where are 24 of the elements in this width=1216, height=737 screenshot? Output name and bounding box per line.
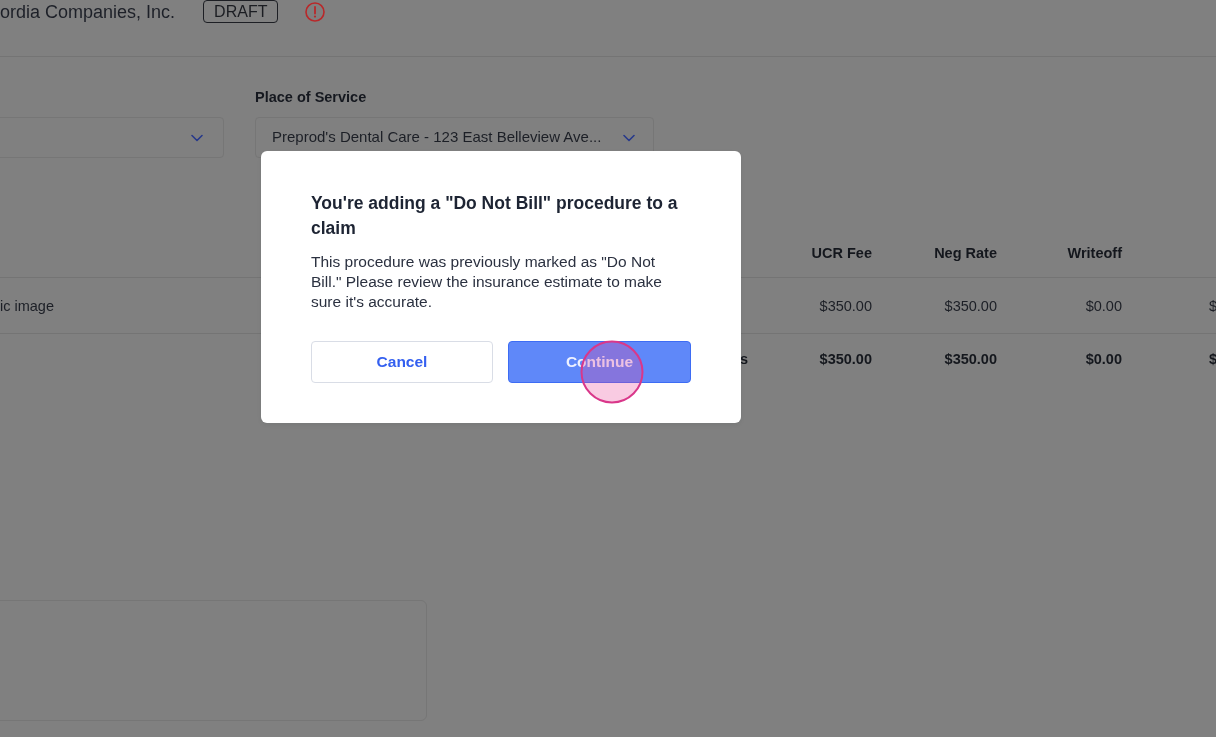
column-header: Neg Rate [934,243,997,263]
dropdown-field[interactable] [0,117,224,158]
cancel-button[interactable]: Cancel [311,341,493,383]
table-cell-text: $ [1209,297,1216,317]
totals-cell-text: $350.00 [944,350,997,370]
chevron-down-icon [623,133,635,142]
company-name: ordia Companies, Inc. [0,1,176,24]
totals-label: s [739,350,748,370]
field-label: Place of Service [255,88,368,107]
dialog-title: You're adding a "Do Not Bill" procedure to a claim [311,192,679,240]
totals-cell-text: $0.00 [1085,350,1122,370]
table-cell-text: $0.00 [1085,297,1122,317]
dialog-message: This procedure was previously marked as "Do Not Bill." Please review the insurance estimate to make sure it's accurate. [311,252,663,312]
column-header: Writeoff [1067,243,1122,263]
table-cell-text: $350.00 [819,297,872,317]
totals-cell-text: $ [1209,350,1216,370]
warning-icon [305,2,326,22]
chevron-down-icon [191,133,203,142]
table-cell-text: $350.00 [944,297,997,317]
column-header: UCR Fee [811,243,872,263]
table-cell-text: ic image [0,297,54,317]
status-badge: DRAFT [203,0,279,23]
dropdown-value: Preprod's Dental Care - 123 East Belleview Ave... [272,127,602,148]
totals-cell-text: $350.00 [819,350,872,370]
